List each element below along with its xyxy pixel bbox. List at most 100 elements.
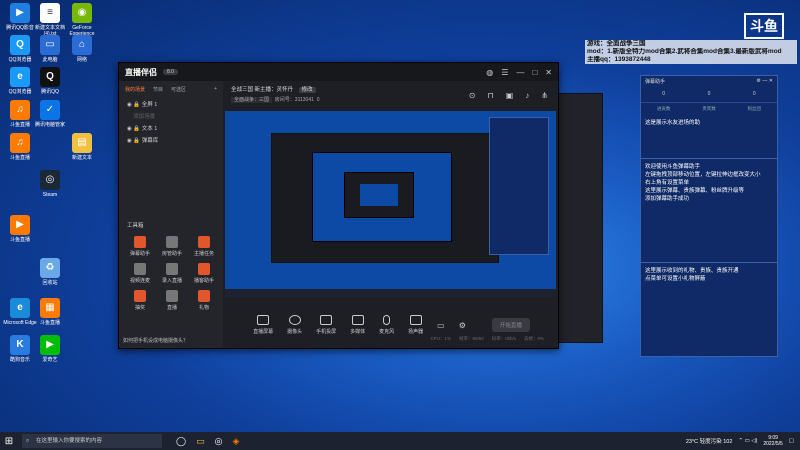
bell-icon[interactable]: ♪ bbox=[525, 91, 529, 100]
background-window[interactable] bbox=[553, 93, 603, 343]
desktop-icon[interactable]: ⌂ 网络 bbox=[65, 35, 99, 63]
notification-icon[interactable]: ▢ bbox=[789, 438, 794, 444]
desktop-icon[interactable]: e Microsoft Edge bbox=[3, 298, 37, 326]
streaming-app-icon[interactable]: ◈ bbox=[232, 436, 239, 447]
desktop-icon[interactable]: ▶ 爱奇艺 bbox=[33, 335, 67, 363]
edit-title-button[interactable]: 修改 bbox=[298, 87, 316, 93]
desktop-icon-label: 斗鱼直播 bbox=[9, 155, 30, 161]
desktop-icon[interactable]: e QQ浏览器 bbox=[3, 67, 37, 95]
desktop-icon-label: 酷狗音乐 bbox=[9, 357, 30, 363]
add-icon[interactable]: + bbox=[214, 86, 217, 93]
scene-item[interactable]: ◉ 🔒 全屏 1 bbox=[119, 98, 223, 110]
phone-cast-button[interactable]: 手机投屏 bbox=[316, 315, 336, 335]
desktop-icon[interactable]: Q QQ浏览器 bbox=[3, 35, 37, 63]
desktop-icon[interactable]: ◎ Steam bbox=[33, 170, 67, 198]
app-icon: ▦ bbox=[40, 298, 60, 318]
desktop-icon[interactable]: ♫ 斗鱼直播 bbox=[3, 100, 37, 128]
settings-icon[interactable]: ⚙ bbox=[459, 321, 466, 330]
app-icon: ▶ bbox=[10, 3, 30, 23]
lock-icon[interactable]: ⊓ bbox=[487, 91, 493, 100]
overlay-line: mod：1.新版全特力mod合集2.武将合集mod合集3.最新版武将mod bbox=[585, 48, 797, 56]
scene-item[interactable]: 添加场景 bbox=[119, 110, 223, 122]
microphone-button[interactable]: 麦克风 bbox=[379, 315, 394, 335]
menu-icon[interactable]: ☰ bbox=[501, 68, 508, 77]
desktop-icon[interactable]: ◉ GeForce Experience bbox=[65, 3, 99, 37]
desktop-icon[interactable]: ♫ 斗鱼直播 bbox=[3, 133, 37, 161]
task-view-icon[interactable]: ◯ bbox=[176, 436, 186, 447]
steam-icon[interactable]: ◎ bbox=[215, 436, 223, 447]
record-toggle-icon[interactable]: ▭ bbox=[437, 321, 445, 330]
file-explorer-icon[interactable]: ▭ bbox=[196, 436, 205, 447]
record-icon[interactable]: ⊙ bbox=[469, 91, 476, 100]
maximize-icon[interactable]: □ bbox=[532, 68, 537, 77]
stat-cpu: CPU：1% bbox=[430, 336, 451, 341]
tool-item[interactable]: 抽奖 bbox=[127, 290, 153, 311]
tool-item[interactable]: 录入直播 bbox=[159, 263, 185, 284]
nested-taskbar bbox=[225, 289, 556, 297]
scene-item[interactable]: ◉ 🔒 弹幕库 bbox=[119, 134, 223, 146]
app-icon: Q bbox=[10, 35, 30, 55]
go-live-button[interactable]: 开始直播 bbox=[491, 318, 530, 332]
weather-widget[interactable]: 23°C 轻度污染 102 bbox=[686, 437, 733, 445]
desktop-icon-label: 爱奇艺 bbox=[42, 357, 58, 363]
tab-program[interactable]: 节目 bbox=[153, 86, 163, 93]
tool-item[interactable]: 房管助手 bbox=[159, 236, 185, 257]
clock[interactable]: 9:09 2022/5/5 bbox=[763, 435, 782, 447]
gift-icon[interactable]: ▣ bbox=[506, 91, 514, 100]
panel-controls-icon[interactable]: ⚙ — ✕ bbox=[757, 78, 773, 84]
app-icon: ▭ bbox=[40, 35, 60, 55]
desktop-icon-label: 此电脑 bbox=[42, 57, 58, 63]
desktop-icon[interactable]: ≡ 新建文本文档 (4).txt bbox=[33, 3, 67, 37]
tool-label: 抽奖 bbox=[134, 305, 145, 311]
start-button[interactable]: ⊞ bbox=[0, 436, 18, 447]
tab-optional[interactable]: 可选区 bbox=[171, 86, 186, 93]
scene-item[interactable]: ◉ 🔒 文本 1 bbox=[119, 122, 223, 134]
media-button[interactable]: 多媒体 bbox=[350, 315, 365, 335]
desktop-icon-label: QQ浏览器 bbox=[8, 57, 32, 63]
desktop-icon[interactable]: ▦ 斗鱼直播 bbox=[33, 298, 67, 326]
version-badge: 8.0 bbox=[163, 69, 178, 75]
tool-item[interactable]: 礼物 bbox=[191, 290, 217, 311]
desktop-icon[interactable]: ▶ 斗鱼直播 bbox=[3, 215, 37, 243]
tool-icon bbox=[198, 263, 210, 275]
desktop-icon[interactable]: ▭ 此电脑 bbox=[33, 35, 67, 63]
tab-scenes[interactable]: 我的场景 bbox=[125, 86, 145, 93]
app-icon: ◎ bbox=[40, 170, 60, 190]
desktop-icon[interactable]: K 酷狗音乐 bbox=[3, 335, 37, 363]
live-preview[interactable] bbox=[225, 111, 556, 297]
app-titlebar[interactable]: 直播伴侣 8.0 ◍ ☰ — □ ✕ bbox=[119, 63, 558, 81]
desktop-icon[interactable]: ♻ 回收站 bbox=[33, 258, 67, 286]
taskbar-search[interactable]: ⌕ 在这里输入你要搜索的内容 bbox=[22, 434, 162, 448]
close-icon[interactable]: ✕ bbox=[545, 68, 552, 77]
screen-capture-button[interactable]: 直播屏幕 bbox=[253, 315, 273, 335]
tool-icon bbox=[134, 263, 146, 275]
tray-icons[interactable]: ⌃ ▭ ◁) bbox=[738, 438, 757, 444]
desktop-icon-label: 斗鱼直播 bbox=[9, 122, 30, 128]
camera-button[interactable]: 摄像头 bbox=[287, 315, 302, 335]
desktop-icon[interactable]: ▶ 腾讯QQ影音 bbox=[3, 3, 37, 31]
desktop-icon[interactable]: ✓ 腾讯电脑管家 bbox=[33, 100, 67, 128]
category-label[interactable]: 全面战争：三国 bbox=[231, 97, 273, 103]
tool-item[interactable]: 弹幕助手 bbox=[127, 236, 153, 257]
tool-icon bbox=[134, 290, 146, 302]
camera-hint-link[interactable]: 如何把手机设成电脑摄像头？ bbox=[123, 337, 188, 344]
stat-bitrate: 码率：0kb/s bbox=[491, 336, 516, 341]
minimize-icon[interactable]: — bbox=[516, 68, 524, 77]
tool-icon bbox=[166, 263, 178, 275]
share-icon[interactable]: ⋔ bbox=[541, 91, 548, 100]
tool-icon bbox=[166, 236, 178, 248]
speaker-button[interactable]: 扬声器 bbox=[408, 315, 423, 335]
desktop-icon[interactable]: ▤ 新建文本 bbox=[65, 133, 99, 161]
avatar-icon[interactable]: ◍ bbox=[486, 68, 493, 77]
tool-item[interactable]: 视频连麦 bbox=[127, 263, 153, 284]
tool-label: 视频连麦 bbox=[129, 278, 150, 284]
desktop-icon[interactable]: Q 腾讯QQ bbox=[33, 67, 67, 95]
tool-label: 直播 bbox=[166, 305, 177, 311]
tool-item[interactable]: 直播 bbox=[159, 290, 185, 311]
desktop-icon-label: 斗鱼直播 bbox=[9, 237, 30, 243]
viewer-count: 0 bbox=[316, 97, 320, 103]
app-icon: ♻ bbox=[40, 258, 60, 278]
tool-item[interactable]: 主播任务 bbox=[191, 236, 217, 257]
danmaku-panel[interactable]: 弹幕助手 ⚙ — ✕ 0 0 0 进贡数 贵宾数 粉丝团 这是展示水友进场的助 … bbox=[640, 75, 778, 357]
tool-item[interactable]: 播客助手 bbox=[191, 263, 217, 284]
